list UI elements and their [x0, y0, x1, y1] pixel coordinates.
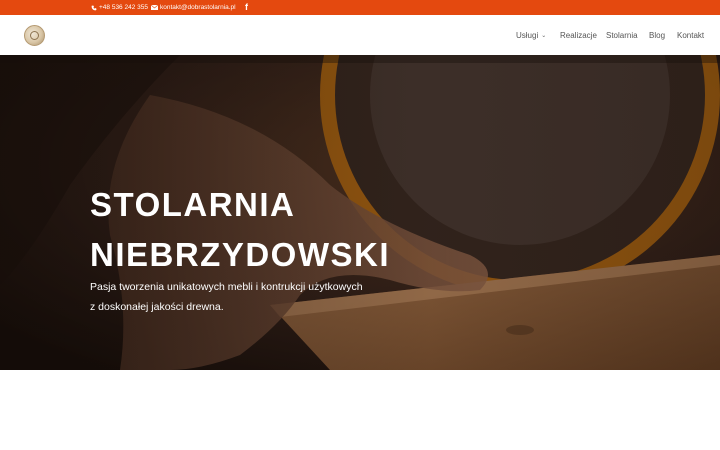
facebook-icon[interactable]: f — [245, 2, 248, 12]
top-bar: +48 536 242 355 kontakt@dobrastolarnia.p… — [0, 0, 720, 15]
hero-section: STOLARNIA NIEBRZYDOWSKI Pasja tworzenia … — [0, 55, 720, 370]
nav-item-label: Blog — [649, 31, 666, 40]
nav-item-blog[interactable]: Blog — [649, 31, 665, 40]
hero-title-line-1: STOLARNIA — [90, 186, 296, 223]
hero-subtitle-line-2: z doskonałej jakości drewna. — [90, 301, 224, 313]
email-address: kontakt@dobrastolarnia.pl — [160, 4, 236, 11]
phone-link[interactable]: +48 536 242 355 — [91, 4, 148, 11]
nav-item-uslugi[interactable]: Usługi ⌄ — [516, 31, 546, 40]
envelope-icon — [151, 5, 158, 10]
nav-item-kontakt[interactable]: Kontakt — [677, 31, 704, 40]
phone-icon — [91, 5, 97, 10]
hero-subtitle-line-1: Pasja tworzenia unikatowych mebli i kont… — [90, 281, 363, 293]
nav-item-stolarnia[interactable]: Stolarnia — [606, 31, 638, 40]
site-logo[interactable] — [24, 25, 45, 46]
nav-item-label: Realizacje — [560, 31, 597, 40]
hero-title: STOLARNIA NIEBRZYDOWSKI — [90, 180, 390, 280]
phone-number: +48 536 242 355 — [99, 4, 148, 11]
nav-item-label: Usługi — [516, 31, 539, 40]
chevron-down-icon: ⌄ — [541, 33, 547, 39]
email-link[interactable]: kontakt@dobrastolarnia.pl — [151, 4, 236, 11]
nav-item-label: Kontakt — [677, 31, 705, 40]
nav-item-label: Stolarnia — [606, 31, 638, 40]
site-header: Usługi ⌄ Realizacje Stolarnia Blog Konta… — [0, 15, 720, 55]
nav-item-realizacje[interactable]: Realizacje — [560, 31, 597, 40]
hero-title-line-2: NIEBRZYDOWSKI — [90, 236, 390, 273]
logo-emblem — [30, 31, 39, 40]
hero-subtitle: Pasja tworzenia unikatowych mebli i kont… — [90, 277, 363, 317]
